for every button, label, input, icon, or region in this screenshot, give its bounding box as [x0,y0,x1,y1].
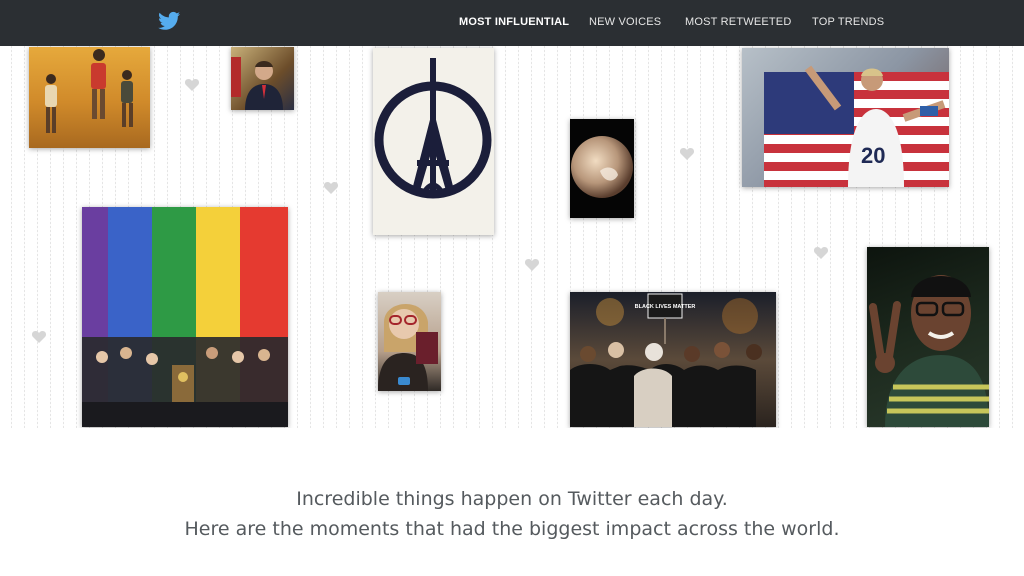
portrait-figure [231,57,283,110]
heart-icon [32,331,46,343]
photo-protest-march[interactable]: BLACK LIVES MATTER [570,292,776,427]
nav-top-trends[interactable]: TOP TRENDS [812,16,884,28]
tagline-line-2: Here are the moments that had the bigges… [184,518,840,540]
photo-pluto[interactable] [570,119,634,218]
heart-icon [814,247,828,259]
photo-selfie-passport[interactable] [378,292,441,391]
moments-collage: 20 BLACK LIVES MATTER [0,46,1024,428]
photo-rainbow-flag-rally[interactable] [82,207,288,427]
selfie-figure [378,303,438,391]
protest-sign-text: BLACK LIVES MATTER [635,304,696,310]
nav-most-retweeted[interactable]: MOST RETWEETED [685,16,792,28]
flag-and-player: 20 [764,65,949,187]
tagline-line-1: Incredible things happen on Twitter each… [296,488,728,510]
pluto-planet [571,136,633,198]
rainbow-flag-crowd [82,207,288,427]
protest-crowd: BLACK LIVES MATTER [570,293,762,427]
nav-most-influential[interactable]: MOST INFLUENTIAL [459,16,569,28]
heart-icon [680,148,694,160]
heart-icon [525,259,539,271]
photo-politician-portrait[interactable] [231,47,294,110]
photo-children-running[interactable] [29,47,150,148]
nav-new-voices[interactable]: NEW VOICES [589,16,661,28]
photo-soccer-flag-celebration[interactable]: 20 [742,48,949,187]
heart-icon [324,182,338,194]
section-nav: MOST INFLUENTIAL NEW VOICES MOST RETWEET… [0,0,1024,46]
photo-peace-for-paris[interactable] [373,48,494,235]
top-navigation-bar: MOST INFLUENTIAL NEW VOICES MOST RETWEET… [0,0,1024,46]
peace-eiffel-drawing [374,58,492,199]
boy-figure [869,275,989,427]
intro-tagline: Incredible things happen on Twitter each… [0,484,1024,544]
heart-icon [185,79,199,91]
jersey-number: 20 [861,143,885,168]
photo-boy-peace-sign[interactable] [867,247,989,427]
children-silhouette [45,49,133,133]
